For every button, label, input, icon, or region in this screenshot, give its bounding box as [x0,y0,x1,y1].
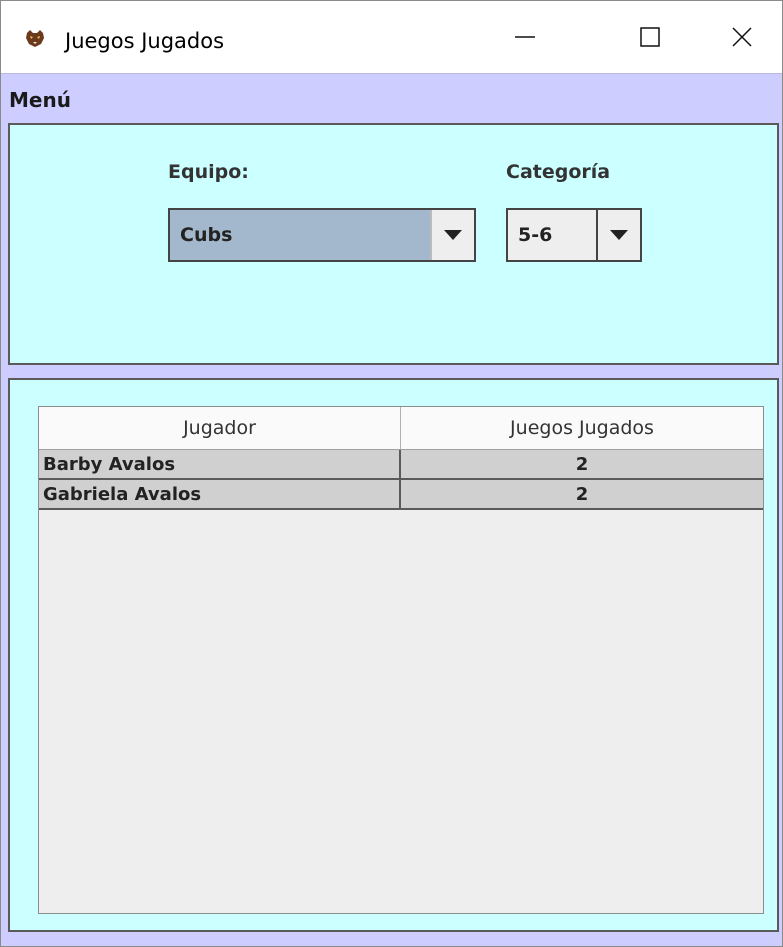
triangle-down-icon [610,230,628,240]
cell-jugador[interactable]: Barby Avalos [39,450,401,478]
table-row[interactable]: Barby Avalos 2 [39,450,763,480]
column-header-jugador[interactable]: Jugador [39,407,401,449]
minimize-button[interactable] [484,1,566,73]
table-body: Barby Avalos 2 Gabriela Avalos 2 [39,450,763,510]
table-row[interactable]: Gabriela Avalos 2 [39,480,763,510]
title-bar[interactable]: Juegos Jugados [1,1,782,73]
equipo-dropdown-button[interactable] [430,210,474,260]
cell-juegos-jugados[interactable]: 2 [401,480,763,508]
close-button[interactable] [701,1,782,73]
table-header: Jugador Juegos Jugados [39,407,763,450]
close-icon [732,27,752,47]
cell-juegos-jugados[interactable]: 2 [401,450,763,478]
minimize-icon [515,36,535,38]
column-header-juegos-jugados[interactable]: Juegos Jugados [401,407,763,449]
triangle-down-icon [444,230,462,240]
window-title: Juegos Jugados [65,29,225,53]
equipo-label: Equipo: [168,161,249,183]
equipo-selected-value: Cubs [180,224,233,246]
categoria-dropdown[interactable]: 5-6 [506,208,642,262]
menu-bar: Menú [1,73,782,120]
filter-panel: Equipo: Categoría Cubs 5-6 [8,123,779,365]
app-icon [26,30,44,47]
menu-item-menu[interactable]: Menú [9,88,71,112]
maximize-button[interactable] [609,1,691,73]
cell-jugador[interactable]: Gabriela Avalos [39,480,401,508]
players-table[interactable]: Jugador Juegos Jugados Barby Avalos 2 Ga… [38,406,764,914]
app-window: Juegos Jugados Menú Equipo: Categoría Cu… [0,0,783,947]
categoria-label: Categoría [506,161,611,183]
equipo-dropdown[interactable]: Cubs [168,208,476,262]
table-panel: Jugador Juegos Jugados Barby Avalos 2 Ga… [8,378,779,932]
categoria-dropdown-button[interactable] [596,210,640,260]
maximize-icon [640,27,660,47]
categoria-selected-value: 5-6 [518,224,553,246]
